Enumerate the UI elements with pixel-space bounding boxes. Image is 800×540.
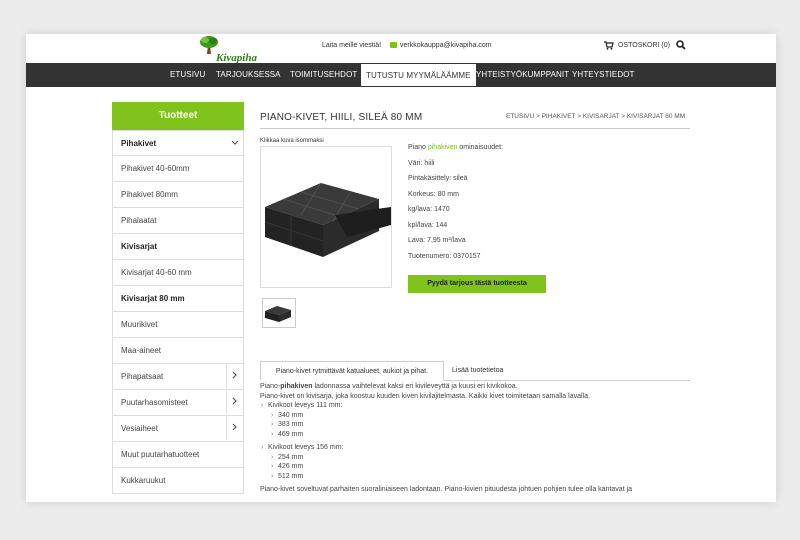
sidebar-item-label: Kivisarjat [121,242,158,251]
product-thumbnail[interactable] [262,298,296,328]
nav-item-yhteistyokumppanit[interactable]: YHTEISTYÖKUMPPANIT [476,63,569,87]
image-hint: Klikkaa kuva isommaksi [260,138,324,144]
property-pcs-per-pallet: kpl/lava: 144 [408,221,448,229]
property-finish: Pintakäsittely: sileä [408,175,468,182]
description-line: Piano-kivet on kivisarja, joka koostuu k… [260,392,590,400]
property-height: Korkeus: 80 mm [408,190,459,198]
list-item: Kivikoot leveys 111 mm: [260,401,700,411]
nav-item-toimitusehdot[interactable]: TOIMITUSEHDOT [290,63,357,87]
product-description: Piano-pihakiven ladonnassa vaihtelevat k… [260,382,700,495]
sidebar-item-label: Kukkaruukut [121,476,166,485]
cart-icon[interactable] [604,41,614,50]
chevron-right-icon[interactable] [226,416,243,440]
request-quote-button[interactable]: Pyydä tarjous tästä tuotteesta [408,275,546,293]
sidebar-item-puutarhasomisteet[interactable]: Puutarhasomisteet [112,390,244,416]
property-product-number: Tuotenumero: 0370157 [408,252,481,260]
sidebar-item-kivisarjat[interactable]: Kivisarjat [112,234,244,260]
main-nav: ETUSIVU TARJOUKSESSA TOIMITUSEHDOT TUTUS… [26,63,776,87]
sidebar-item-label: Kivisarjat 80 mm [121,294,185,303]
message-link[interactable]: Laita meille viestiä! [322,42,381,49]
sidebar-item-label: Pihapatsaat [121,372,164,381]
chevron-down-icon[interactable] [227,131,243,155]
tab-divider [444,380,690,381]
sidebar-menu: Pihakivet Pihakivet 40-60mm Pihakivet 80… [112,130,244,494]
sidebar-heading: Tuotteet [112,102,244,130]
sidebar-item-label: Pihakivet 80mm [121,190,178,199]
sidebar-item-label: Maa-aineet [121,346,162,355]
sidebar-item-pihalaatat[interactable]: Pihalaatat [112,208,244,234]
sidebar-item-pihapatsaat[interactable]: Pihapatsaat [112,364,244,390]
search-icon[interactable] [676,40,686,50]
breadcrumb[interactable]: ETUSIVU > PIHAKIVET > KIVISARJAT > KIVIS… [506,113,685,120]
description-text: Piano- [260,383,281,390]
cart-link[interactable]: OSTOSKORI (0) [618,42,670,49]
nav-item-yhteystiedot[interactable]: YHTEYSTIEDOT [572,63,635,87]
property-kg-per-pallet: kg/lava: 1470 [408,206,450,213]
properties-intro: Piano pihakiven ominaisuudet: [408,140,503,156]
page-title: PIANO-KIVET, HIILI, SILEÄ 80 MM [260,112,423,123]
nav-item-etusivu[interactable]: ETUSIVU [170,63,205,87]
sidebar-item-pihakivet[interactable]: Pihakivet [112,130,244,156]
sidebar-item-label: Puutarhasomisteet [121,398,188,407]
sidebar-item-muurikivet[interactable]: Muurikivet [112,312,244,338]
list-item: 469 mm [260,430,700,440]
sidebar-item-label: Pihakivet 40-60mm [121,164,190,173]
product-image[interactable] [260,146,392,288]
sidebar-item-pihakivet-80mm[interactable]: Pihakivet 80mm [112,182,244,208]
property-color: Väri: hiili [408,159,435,167]
sidebar-item-label: Vesiaiheet [121,424,158,433]
logo[interactable]: Kivapiha Oy [112,34,257,76]
divider [260,128,690,129]
page: Kivapiha Oy Laita meille viestiä! verkko… [26,34,776,502]
email-link[interactable]: verkkokauppa@kivapiha.com [400,42,492,49]
sidebar-item-vesiaiheet[interactable]: Vesiaiheet [112,416,244,442]
sidebar-item-kivisarjat-80mm[interactable]: Kivisarjat 80 mm [112,286,244,312]
sidebar-item-label: Kivisarjat 40-60 mm [121,268,192,277]
paving-stones-image [264,182,391,257]
sidebar-item-muut-puutarhatuotteet[interactable]: Muut puutarhatuotteet [112,442,244,468]
tab-description[interactable]: Piano-kivet rytmittävät katualueet, auki… [260,361,444,381]
chevron-right-icon[interactable] [226,364,243,388]
product-properties: Piano pihakiven ominaisuudet: Väri: hiil… [408,140,503,264]
chevron-right-icon[interactable] [226,390,243,414]
description-text: ladonnassa vaihtelevat kaksi eri kivilev… [312,383,518,390]
list-item: 426 mm [260,462,700,472]
properties-intro-text: Piano [408,144,428,151]
sidebar-item-label: Pihakivet [121,139,157,148]
description-line: Piano-kivet soveltuvat parhaiten suorali… [260,486,633,493]
paving-stones-thumbnail-image [265,306,291,322]
sidebar-item-label: Muurikivet [121,320,158,329]
description-text: pihakiven [280,383,313,390]
sidebar-item-kukkaruukut[interactable]: Kukkaruukut [112,468,244,494]
list-item: 512 mm [260,472,700,482]
list-item: 340 mm [260,411,700,421]
sidebar-item-label: Muut puutarhatuotteet [121,450,200,459]
list-item: 383 mm [260,420,700,430]
sidebar-item-pihakivet-40-60mm[interactable]: Pihakivet 40-60mm [112,156,244,182]
list-item: 254 mm [260,453,700,463]
sidebar-item-maa-aineet[interactable]: Maa-aineet [112,338,244,364]
description-line: Piano-pihakiven ladonnassa vaihtelevat k… [260,382,700,392]
sidebar-item-label: Pihalaatat [121,216,157,225]
properties-intro-text: ominaisuudet: [457,144,503,151]
property-area-per-pallet: Lava: 7,95 m²/lava [408,237,466,244]
sidebar-item-kivisarjat-40-60mm[interactable]: Kivisarjat 40-60 mm [112,260,244,286]
nav-item-tarjouksessa[interactable]: TARJOUKSESSA [216,63,281,87]
tab-more-info[interactable]: Lisää tuotetietoa [452,361,503,381]
pihakiven-link[interactable]: pihakiven [428,144,458,151]
mail-icon [390,42,397,48]
nav-item-tutustu-myymalaamme[interactable]: TUTUSTU MYYMÄLÄÄMME [360,63,477,87]
list-item: Kivikoot leveys 156 mm: [260,443,700,453]
